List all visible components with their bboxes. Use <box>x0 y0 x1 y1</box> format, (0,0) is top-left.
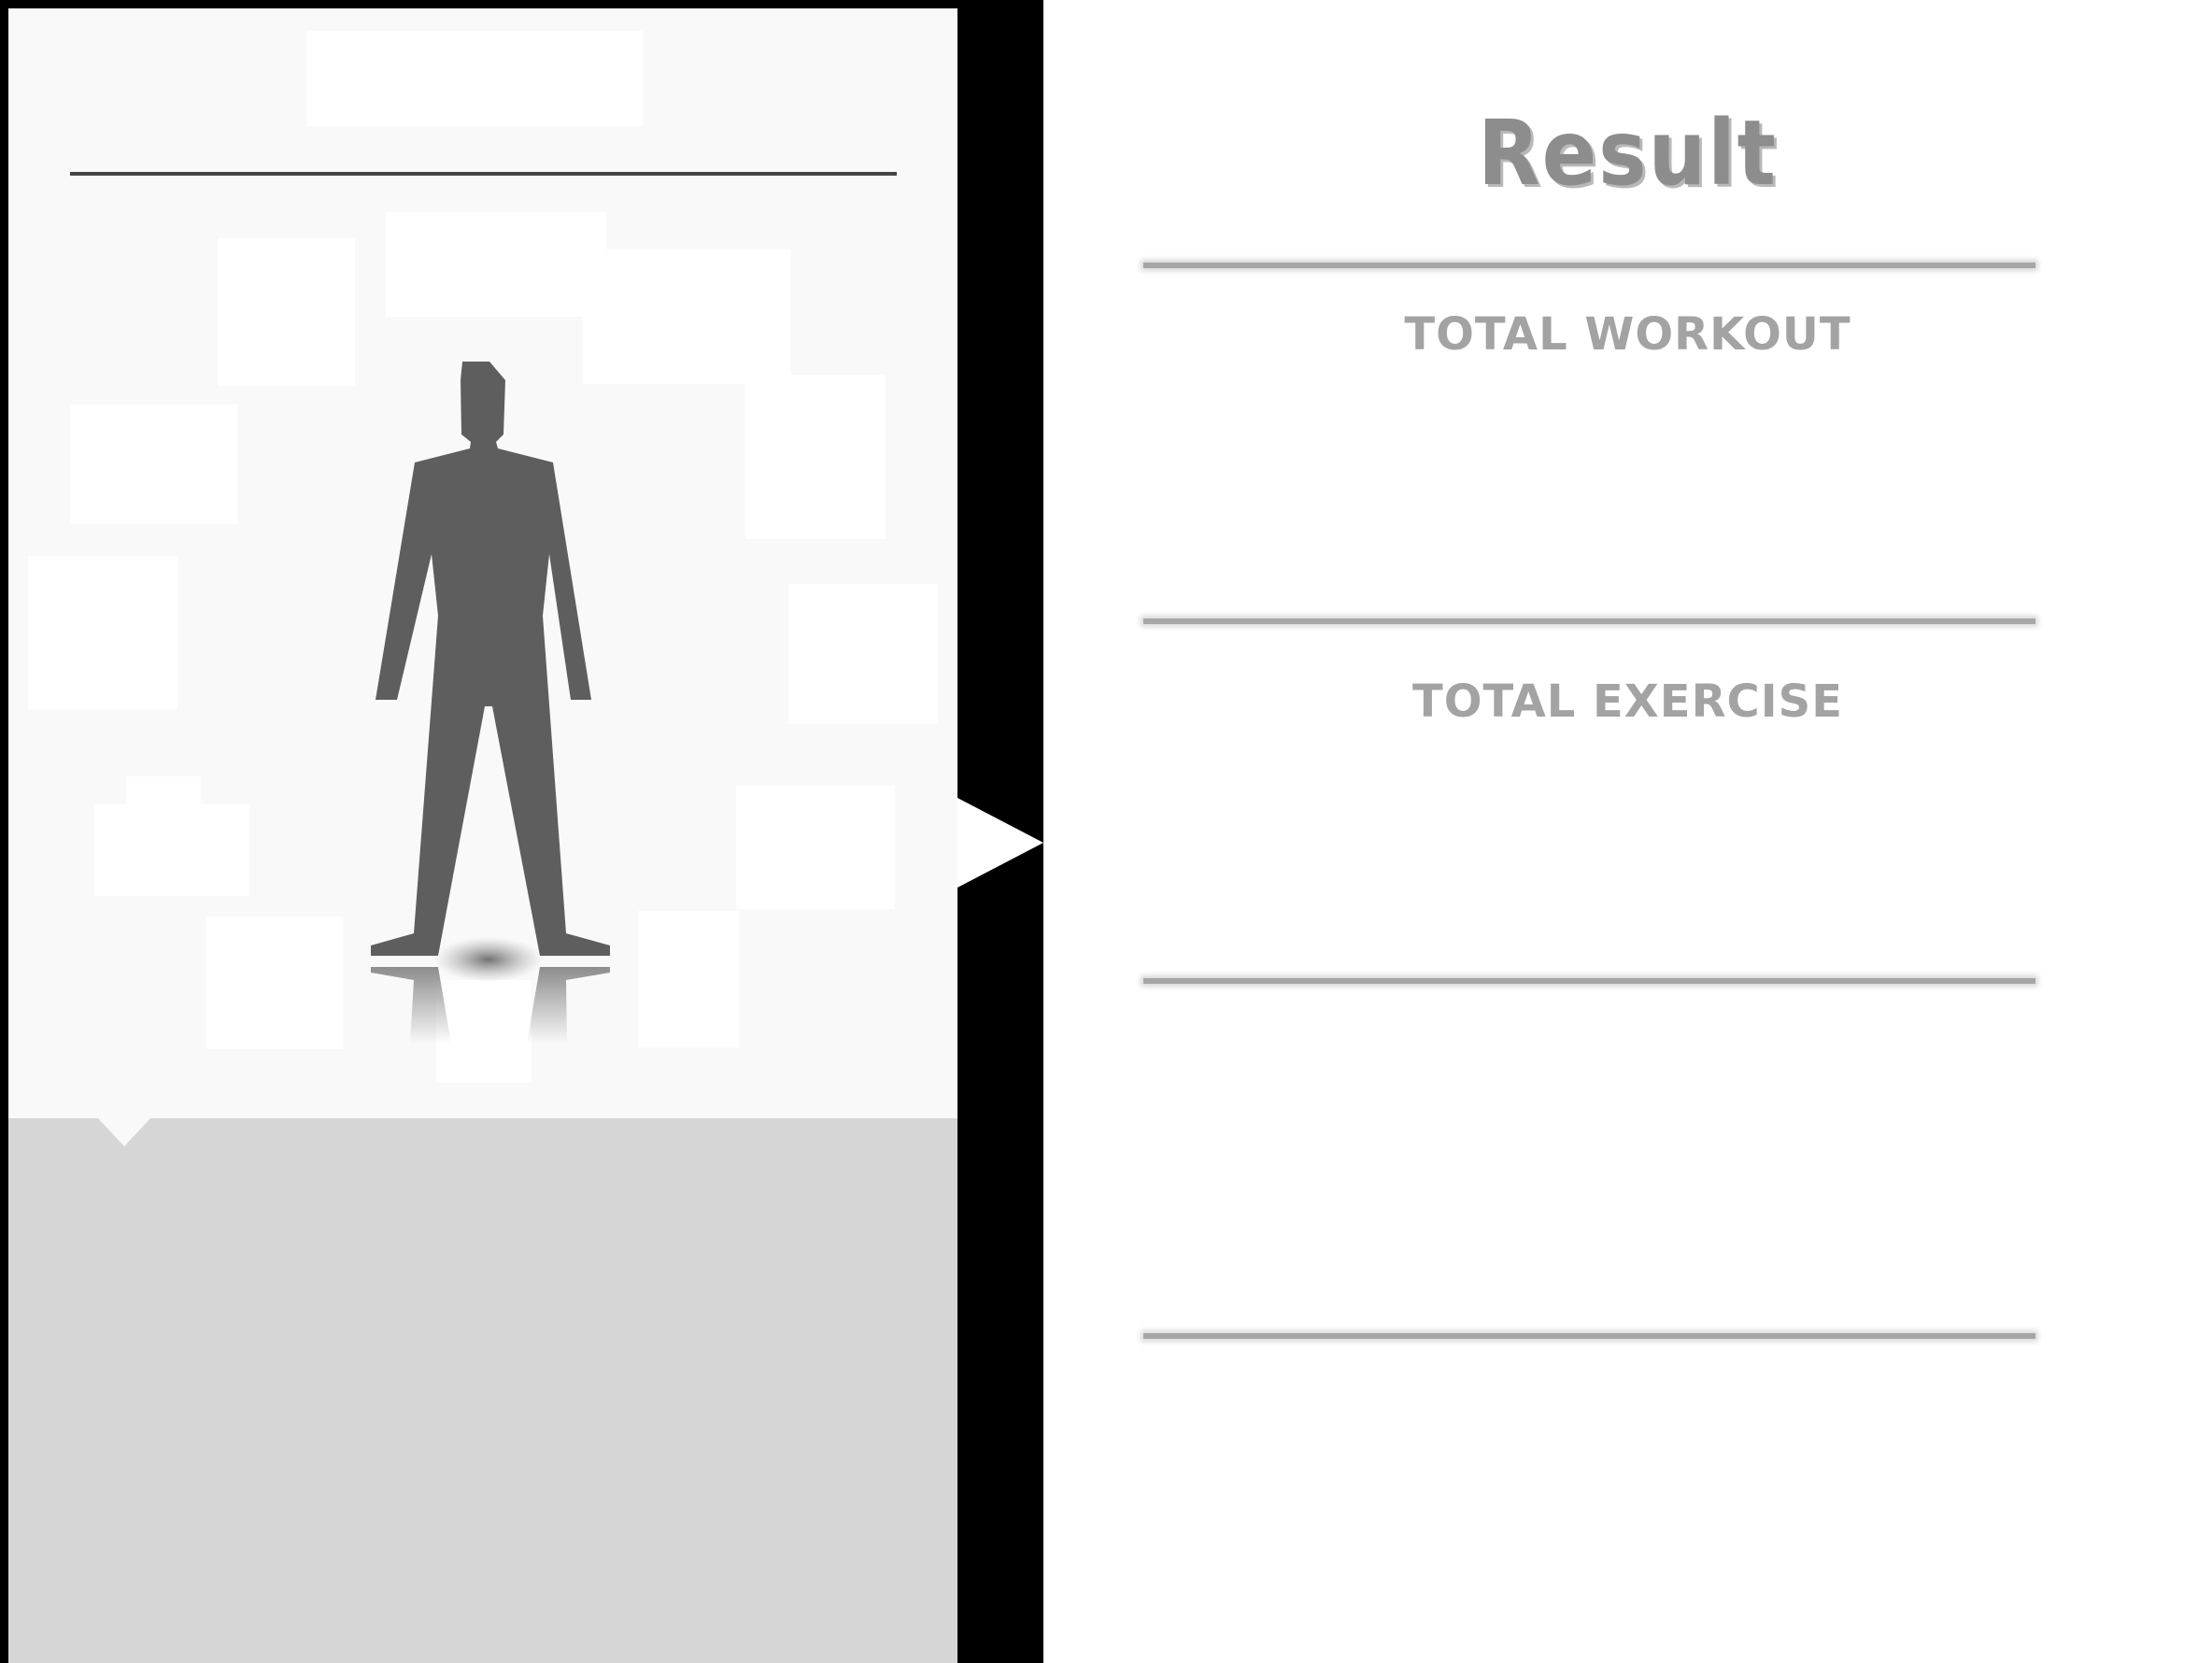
body-map-info-area <box>8 1118 957 1663</box>
body-part-slot-2[interactable] <box>386 212 606 317</box>
body-part-slot-6[interactable] <box>28 556 177 709</box>
callout-pointer <box>957 798 1043 888</box>
body-map-panel <box>8 8 957 1663</box>
result-panel: Result TOTAL WORKOUT TOTAL EXERCISE <box>1043 0 2212 1663</box>
body-part-slot-11[interactable] <box>638 911 739 1047</box>
body-part-slot-9[interactable] <box>736 786 895 909</box>
title-divider <box>70 172 897 176</box>
result-divider-3 <box>1143 978 2035 984</box>
result-divider-1 <box>1143 263 2035 268</box>
body-part-slot-7[interactable] <box>788 584 938 724</box>
info-area-notch <box>98 1118 150 1146</box>
total-exercise-label: TOTAL EXERCISE <box>1412 675 1843 728</box>
body-part-slot-10[interactable] <box>206 917 343 1049</box>
result-divider-2 <box>1143 618 2035 624</box>
result-title: Result <box>1478 101 1778 206</box>
total-workout-label: TOTAL WORKOUT <box>1404 308 1851 361</box>
body-map-title-slot <box>306 31 643 126</box>
body-part-slot-1[interactable] <box>218 238 355 386</box>
body-part-slot-5[interactable] <box>745 375 886 539</box>
body-part-slot-4[interactable] <box>70 405 237 524</box>
result-divider-4 <box>1143 1333 2035 1339</box>
body-part-slot-8[interactable] <box>94 804 249 896</box>
human-silhouette-icon <box>354 362 634 1072</box>
